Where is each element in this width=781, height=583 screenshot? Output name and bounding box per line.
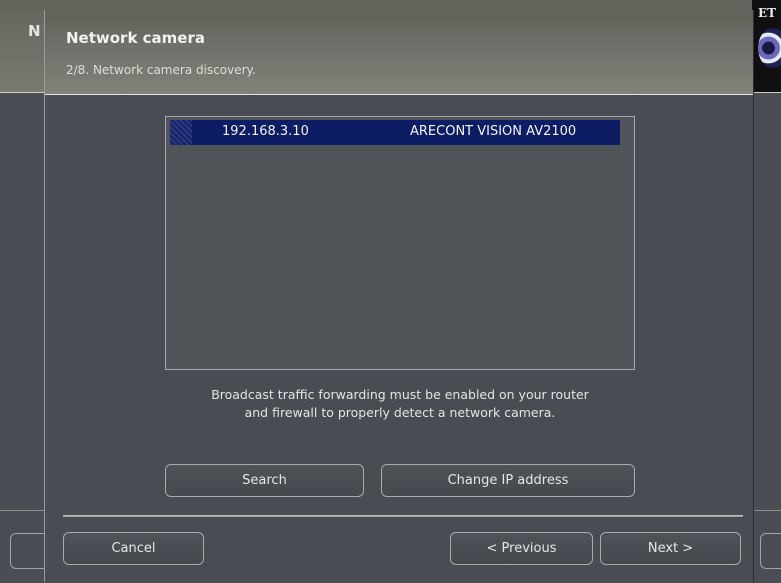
info-line-1: Broadcast traffic forwarding must be ena… bbox=[211, 387, 589, 402]
network-camera-dialog: Network camera 2/8. Network camera disco… bbox=[44, 10, 754, 582]
camera-list[interactable]: 192.168.3.10 ARECONT VISION AV2100 bbox=[165, 116, 635, 370]
camera-ip: 192.168.3.10 bbox=[222, 124, 309, 139]
change-ip-address-button[interactable]: Change IP address bbox=[381, 464, 635, 497]
dialog-header: Network camera 2/8. Network camera disco… bbox=[45, 10, 753, 95]
info-line-2: and firewall to properly detect a networ… bbox=[244, 405, 556, 420]
broadcast-info-text: Broadcast traffic forwarding must be ena… bbox=[165, 386, 635, 422]
camera-list-row[interactable]: 192.168.3.10 ARECONT VISION AV2100 bbox=[170, 120, 620, 145]
logo-text: ET bbox=[758, 6, 777, 20]
row-selection-indicator bbox=[170, 120, 192, 145]
camera-model: ARECONT VISION AV2100 bbox=[410, 124, 577, 139]
app-logo: ET bbox=[752, 0, 781, 92]
background-window-title: N bbox=[28, 22, 41, 40]
previous-button[interactable]: < Previous bbox=[450, 532, 593, 565]
footer-divider bbox=[63, 515, 743, 517]
next-button[interactable]: Next > bbox=[600, 532, 741, 565]
dialog-title: Network camera bbox=[66, 29, 205, 47]
background-button-right[interactable] bbox=[760, 533, 781, 569]
cancel-button[interactable]: Cancel bbox=[63, 532, 204, 565]
dialog-subtitle: 2/8. Network camera discovery. bbox=[66, 63, 256, 77]
search-button[interactable]: Search bbox=[165, 464, 364, 497]
logo-eye-icon bbox=[758, 28, 781, 68]
